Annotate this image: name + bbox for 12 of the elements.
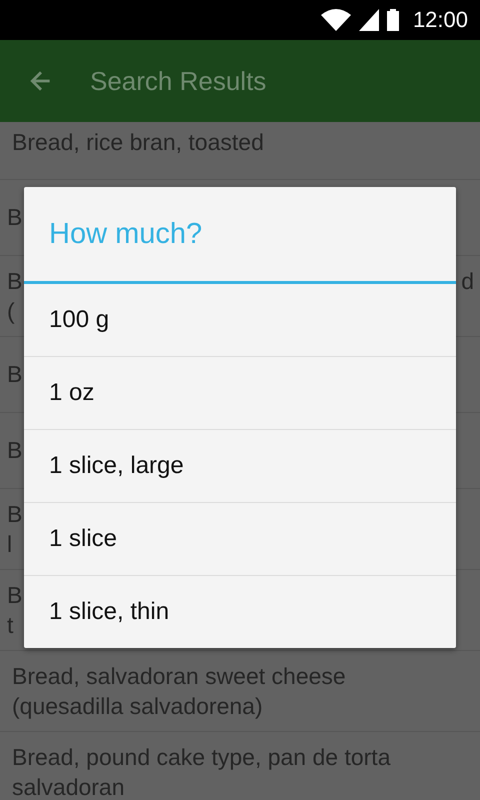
option-item[interactable]: 1 oz xyxy=(24,356,456,429)
wifi-icon xyxy=(320,9,351,31)
dialog-title: How much? xyxy=(24,187,456,284)
option-item[interactable]: 1 slice xyxy=(24,502,456,575)
option-item[interactable]: 100 g xyxy=(24,284,456,356)
result-text-fragment: d xyxy=(461,267,474,296)
battery-icon xyxy=(386,9,399,31)
option-item[interactable]: 1 slice, thin xyxy=(24,575,456,648)
app-bar-title: Search Results xyxy=(90,66,266,96)
option-item[interactable]: 1 slice, large xyxy=(24,429,456,502)
status-time: 12:00 xyxy=(412,7,468,33)
signal-icon xyxy=(358,9,379,31)
